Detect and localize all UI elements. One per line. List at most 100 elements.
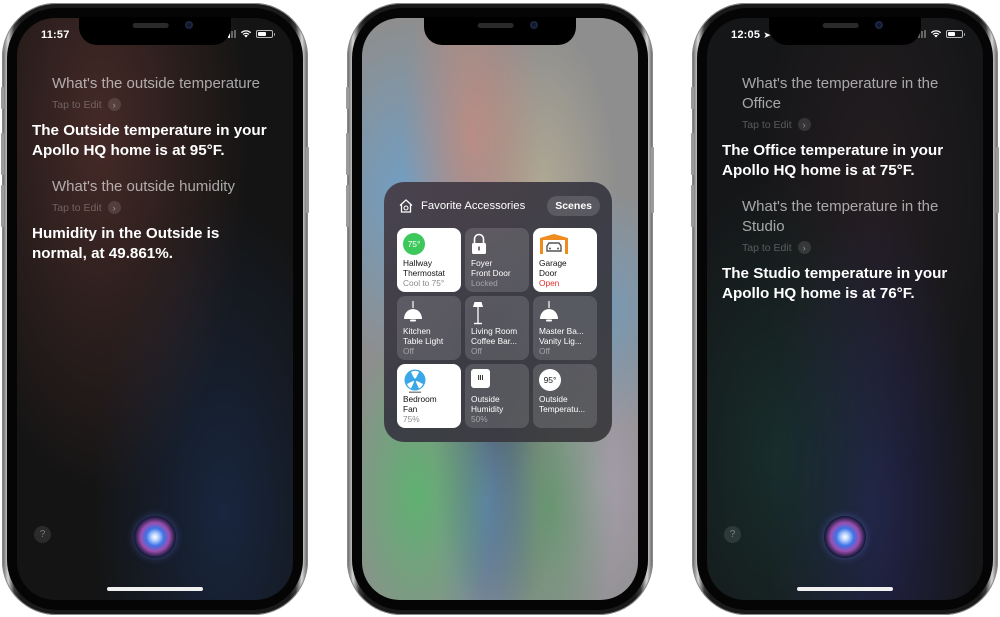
conversation-turn: What's the temperature in the Office Tap… [722, 74, 968, 181]
tile-state: 75% [403, 414, 420, 424]
temperature-sensor-icon: 95° [539, 369, 561, 391]
tile-name: Kitchen [403, 326, 431, 336]
tap-to-edit-label: Tap to Edit [52, 201, 102, 214]
tile-name: Outside [471, 394, 500, 404]
favorite-accessories-panel: Favorite Accessories Scenes 75° Hallway … [384, 182, 612, 442]
tap-to-edit[interactable]: Tap to Edit › [722, 241, 968, 254]
tile-name: Door [539, 268, 557, 278]
tile-state: Cool to 75° [403, 278, 445, 288]
volume-up-button [1, 133, 4, 175]
tile-name: Master Ba... [539, 326, 584, 336]
home-icon [399, 199, 413, 213]
siri-answer: The Studio temperature in your Apollo HQ… [722, 265, 948, 302]
tile-name: Coffee Bar... [471, 336, 517, 346]
tile-name: Bedroom [403, 394, 437, 404]
tile-name: Foyer [471, 258, 493, 268]
accessory-tile-garage-door[interactable]: Garage Door Open [533, 228, 597, 292]
accessory-tile-outside-temperature[interactable]: 95° Outside Temperatu... [533, 364, 597, 428]
home-indicator[interactable] [107, 587, 203, 591]
tile-name: Fan [403, 404, 418, 414]
tile-state: Off [471, 346, 482, 356]
tile-state: Locked [471, 278, 498, 288]
status-time: 11:57 [41, 29, 70, 41]
tile-name: Thermostat [403, 268, 445, 278]
chevron-right-icon: › [797, 241, 811, 254]
pendant-lamp-icon [540, 301, 558, 322]
siri-orb-icon[interactable] [824, 516, 866, 558]
fan-icon [404, 369, 426, 393]
phone-1: 11:57 What's the outside temperature Tap… [1, 3, 309, 615]
tile-name: Table Light [403, 336, 444, 346]
user-query[interactable]: What's the outside temperature [32, 74, 278, 94]
chevron-right-icon: › [107, 201, 121, 214]
tile-name: Hallway [403, 258, 433, 268]
tile-name: Outside [539, 394, 568, 404]
siri-screen: 12:05 ➤ What's the temperature in the Of… [707, 18, 983, 600]
siri-answer: The Office temperature in your Apollo HQ… [722, 142, 944, 179]
garage-door-icon [540, 234, 568, 254]
conversation-turn: What's the temperature in the Studio Tap… [722, 197, 968, 304]
side-button [996, 147, 999, 213]
tap-to-edit-label: Tap to Edit [742, 118, 792, 131]
silent-switch [346, 87, 349, 109]
lock-icon [472, 233, 486, 254]
tile-state: Off [403, 346, 414, 356]
tile-name: Vanity Lig... [539, 336, 582, 346]
tile-name: Temperatu... [539, 404, 586, 414]
siri-orb-icon[interactable] [134, 516, 176, 558]
accessory-tile-kitchen-table-light[interactable]: Kitchen Table Light Off [397, 296, 461, 360]
conversation-turn: What's the outside humidity Tap to Edit ›… [32, 177, 278, 264]
chevron-right-icon: › [107, 98, 121, 111]
siri-answer: Humidity in the Outside is normal, at 49… [32, 225, 220, 262]
notch [769, 17, 921, 45]
accessory-grid: 75° Hallway Thermostat Cool to 75° Foyer… [397, 228, 597, 428]
side-button [306, 147, 309, 213]
scenes-button[interactable]: Scenes [547, 196, 600, 216]
accessory-tile-bedroom-fan[interactable]: Bedroom Fan 75% [397, 364, 461, 428]
tile-name: Front Door [471, 268, 511, 278]
tile-state: Off [539, 346, 550, 356]
pendant-lamp-icon [404, 301, 422, 322]
chevron-right-icon: › [797, 118, 811, 131]
user-query[interactable]: What's the temperature in the Office [722, 74, 968, 114]
phone-2: Favorite Accessories Scenes 75° Hallway … [346, 3, 654, 615]
accessory-tile-living-room-coffee-bar[interactable]: Living Room Coffee Bar... Off [465, 296, 529, 360]
tap-to-edit[interactable]: Tap to Edit › [32, 201, 278, 214]
floor-lamp-icon [473, 302, 483, 325]
tap-to-edit[interactable]: Tap to Edit › [722, 118, 968, 131]
tap-to-edit-label: Tap to Edit [742, 241, 792, 254]
humidity-sensor-icon: III [471, 369, 490, 388]
volume-up-button [346, 133, 349, 175]
siri-conversation: What's the temperature in the Office Tap… [707, 68, 983, 320]
tap-to-edit-label: Tap to Edit [52, 98, 102, 111]
user-query[interactable]: What's the temperature in the Studio [722, 197, 968, 237]
volume-down-button [1, 185, 4, 227]
silent-switch [691, 87, 694, 109]
accessory-tile-hallway-thermostat[interactable]: 75° Hallway Thermostat Cool to 75° [397, 228, 461, 292]
tile-name: Humidity [471, 404, 504, 414]
notch [424, 17, 576, 45]
help-button[interactable]: ? [34, 526, 51, 543]
status-time-label: 12:05 [731, 29, 761, 41]
volume-up-button [691, 133, 694, 175]
battery-icon [946, 29, 965, 38]
volume-down-button [346, 185, 349, 227]
side-button [651, 147, 654, 213]
wifi-icon [240, 30, 252, 38]
tap-to-edit[interactable]: Tap to Edit › [32, 98, 278, 111]
blurred-home-screen: Favorite Accessories Scenes 75° Hallway … [362, 18, 638, 600]
panel-title: Favorite Accessories [421, 200, 526, 212]
accessory-tile-foyer-front-door[interactable]: Foyer Front Door Locked [465, 228, 529, 292]
help-button[interactable]: ? [724, 526, 741, 543]
home-indicator[interactable] [797, 587, 893, 591]
siri-conversation: What's the outside temperature Tap to Ed… [17, 68, 293, 280]
user-query[interactable]: What's the outside humidity [32, 177, 278, 197]
wifi-icon [930, 30, 942, 38]
status-time: 12:05 ➤ [731, 29, 771, 41]
siri-answer: The Outside temperature in your Apollo H… [32, 122, 267, 159]
siri-screen: 11:57 What's the outside temperature Tap… [17, 18, 293, 600]
conversation-turn: What's the outside temperature Tap to Ed… [32, 74, 278, 161]
accessory-tile-master-bath-vanity-light[interactable]: Master Ba... Vanity Lig... Off [533, 296, 597, 360]
tile-state: 50% [471, 414, 488, 424]
accessory-tile-outside-humidity[interactable]: III Outside Humidity 50% [465, 364, 529, 428]
